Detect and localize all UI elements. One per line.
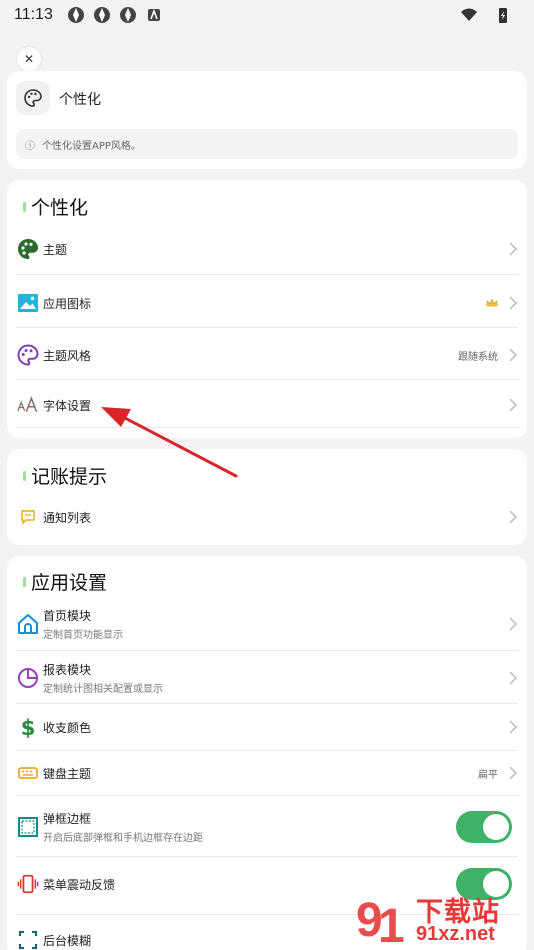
annotation-arrow [101, 407, 238, 478]
watermark-bottom-text: 91xz.net [416, 923, 495, 945]
watermark-logo: 9 1 下载站 91xz.net [354, 890, 530, 950]
svg-text:1: 1 [378, 900, 405, 948]
